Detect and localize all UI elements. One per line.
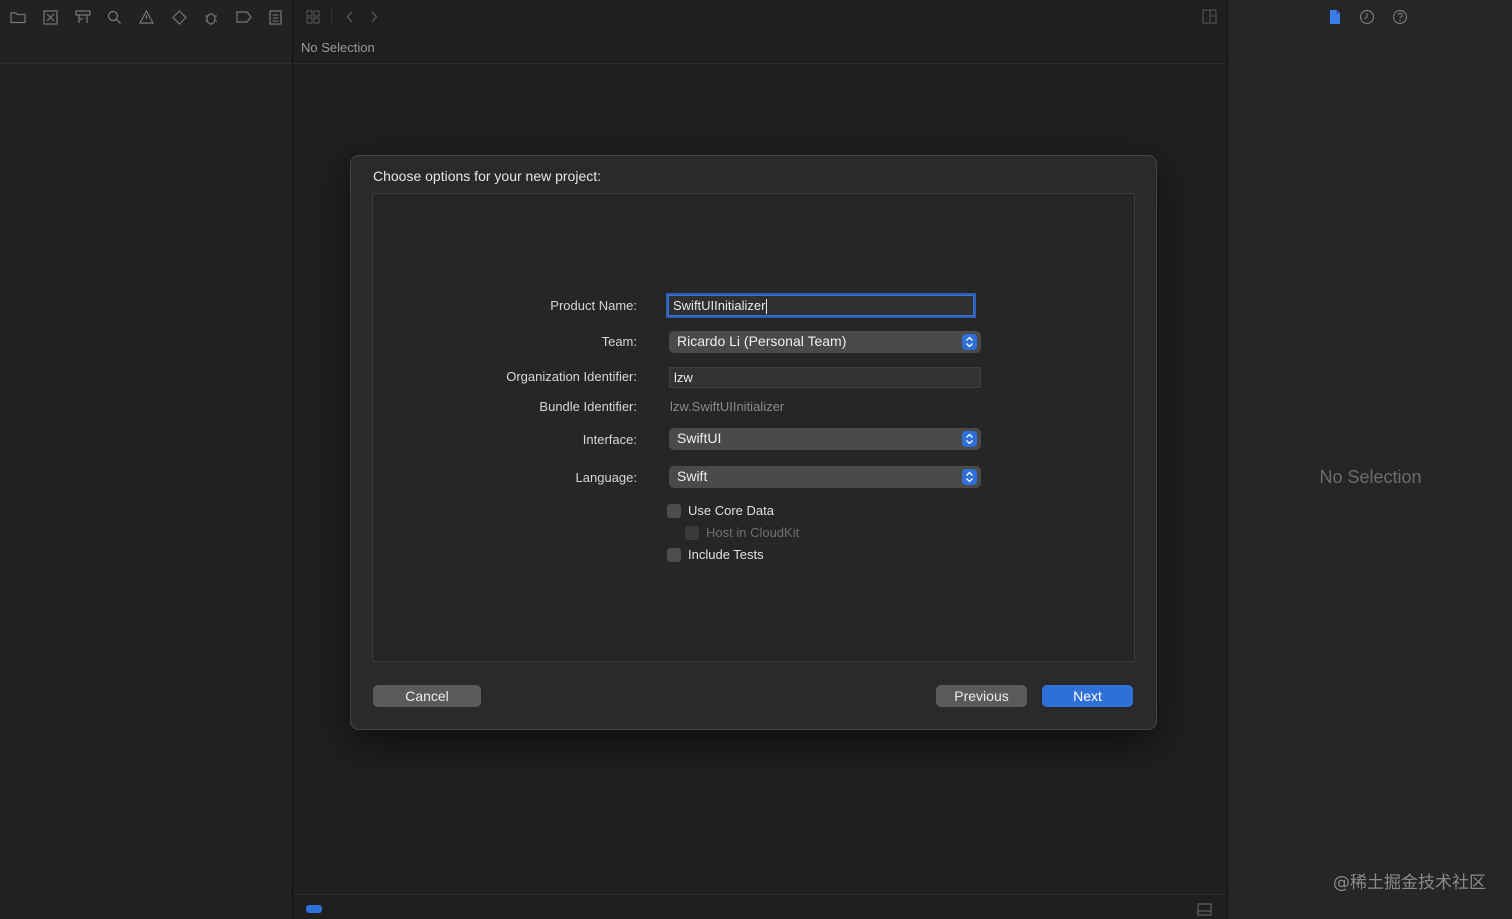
bundle-identifier-value: lzw.SwiftUIInitializer — [670, 399, 785, 414]
org-identifier-field[interactable]: lzw — [669, 367, 981, 388]
file-inspector-icon[interactable] — [1328, 9, 1342, 25]
folder-icon[interactable] — [2, 0, 34, 34]
use-core-data-checkbox[interactable] — [667, 503, 681, 518]
warning-icon[interactable] — [131, 0, 163, 34]
history-icon[interactable] — [1359, 9, 1375, 25]
org-identifier-value: lzw — [674, 370, 693, 385]
toolbar-separator — [331, 10, 332, 24]
hide-debug-area-icon[interactable] — [1197, 903, 1212, 916]
bundle-identifier-label: Bundle Identifier: — [539, 399, 637, 414]
back-chevron-icon[interactable] — [338, 0, 362, 34]
popup-chevrons-icon — [962, 431, 977, 447]
inspector-toolbar — [1328, 9, 1408, 25]
report-icon[interactable] — [260, 0, 292, 34]
host-in-cloudkit-option: Host in CloudKit — [685, 525, 799, 540]
help-icon[interactable] — [1392, 9, 1408, 25]
popup-chevrons-icon — [962, 469, 977, 485]
forward-chevron-icon[interactable] — [362, 0, 386, 34]
breakpoint-icon[interactable] — [228, 0, 260, 34]
cancel-button[interactable]: Cancel — [373, 685, 481, 707]
include-tests-label: Include Tests — [688, 547, 764, 562]
host-in-cloudkit-checkbox — [685, 525, 699, 540]
product-name-label: Product Name: — [550, 298, 637, 313]
search-icon[interactable] — [99, 0, 131, 34]
language-popup[interactable]: Swift — [669, 466, 981, 488]
product-name-value: SwiftUIInitializer — [673, 298, 766, 313]
use-core-data-label: Use Core Data — [688, 503, 774, 518]
text-caret — [766, 299, 768, 315]
interface-label: Interface: — [582, 432, 637, 447]
host-in-cloudkit-label: Host in CloudKit — [706, 525, 800, 540]
inspector-panel: No Selection — [1227, 0, 1512, 919]
inspector-empty-state: No Selection — [1319, 467, 1422, 487]
include-tests-checkbox[interactable] — [667, 547, 681, 562]
editor-toolbar — [293, 0, 1226, 34]
project-navigator — [0, 0, 293, 919]
watermark: @稀土掘金技术社区 — [1333, 873, 1486, 893]
language-label: Language: — [575, 470, 637, 485]
org-identifier-label: Organization Identifier: — [506, 369, 637, 384]
team-label: Team: — [601, 334, 637, 349]
test-diamond-icon[interactable] — [163, 0, 195, 34]
debug-icon[interactable] — [195, 0, 227, 34]
interface-value: SwiftUI — [677, 430, 722, 446]
symbol-icon[interactable] — [66, 0, 98, 34]
source-control-icon[interactable] — [34, 0, 66, 34]
next-button[interactable]: Next — [1042, 685, 1133, 707]
previous-button[interactable]: Previous — [936, 685, 1027, 707]
navigator-divider — [0, 63, 292, 64]
product-name-field[interactable]: SwiftUIInitializer — [668, 295, 974, 316]
interface-popup[interactable]: SwiftUI — [669, 428, 981, 450]
editor-title: No Selection — [301, 40, 375, 55]
sheet-title: Choose options for your new project: — [373, 168, 602, 184]
use-core-data-option[interactable]: Use Core Data — [667, 503, 774, 518]
include-tests-option[interactable]: Include Tests — [667, 547, 764, 562]
new-project-options-sheet: Choose options for your new project: Pro… — [350, 155, 1157, 730]
navigator-toolbar — [0, 0, 292, 34]
grid-icon[interactable] — [301, 0, 325, 34]
language-value: Swift — [677, 468, 708, 484]
options-panel: Product Name: SwiftUIInitializer Team: R… — [372, 193, 1135, 662]
debug-bar — [293, 894, 1226, 919]
team-value: Ricardo Li (Personal Team) — [677, 333, 847, 349]
editor-divider — [293, 63, 1226, 64]
team-popup[interactable]: Ricardo Li (Personal Team) — [669, 331, 981, 353]
split-editor-icon[interactable] — [1202, 9, 1217, 24]
popup-chevrons-icon — [962, 334, 977, 350]
debug-area-indicator[interactable] — [306, 905, 322, 913]
